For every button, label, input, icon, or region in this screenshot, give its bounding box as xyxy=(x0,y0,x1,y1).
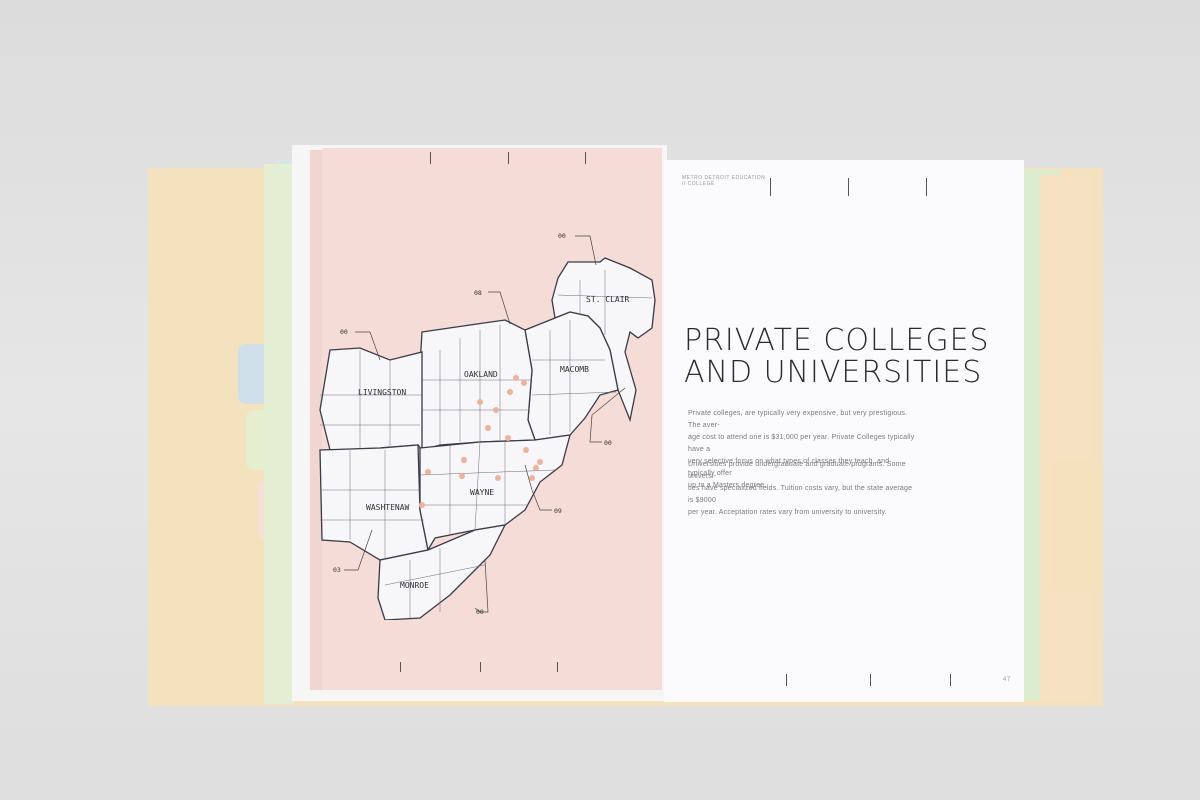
school-dot xyxy=(523,447,529,453)
county-label: ST. CLAIR xyxy=(586,295,630,304)
county-label: LIVINGSTON xyxy=(358,388,406,397)
school-dot xyxy=(521,380,527,386)
school-dot xyxy=(537,459,543,465)
callout-label: 00 xyxy=(558,232,566,240)
tick-mark xyxy=(848,178,849,196)
heading-line-2: AND UNIVERSITIES xyxy=(684,355,983,390)
school-dot xyxy=(425,469,431,475)
county-livingston xyxy=(319,347,423,452)
school-dot xyxy=(507,389,513,395)
tick-mark xyxy=(557,662,558,672)
school-dot xyxy=(533,465,539,471)
county-label: MACOMB xyxy=(560,365,589,374)
tick-mark xyxy=(430,152,431,164)
page-number: 47 xyxy=(1003,677,1011,683)
county-map: 00 08 00 00 09 03 00 ST. CLAIR OAKLAND M… xyxy=(319,232,656,620)
tick-mark xyxy=(480,662,481,672)
folder-left-notch xyxy=(148,270,178,690)
header-line-2: // COLLEGE xyxy=(682,181,715,187)
school-dot xyxy=(513,375,519,381)
paragraph-2-line: ties have specialized fields. Tuition co… xyxy=(688,485,913,504)
school-dot xyxy=(529,475,535,481)
folder-tab-top xyxy=(148,168,208,208)
tick-mark xyxy=(926,178,927,196)
tick-mark xyxy=(508,152,509,164)
folder-right-tab xyxy=(1050,460,1100,590)
paragraph-2: Universities provide undergraduate and g… xyxy=(688,459,918,519)
tick-mark xyxy=(770,178,771,196)
callout-label: 00 xyxy=(340,328,348,336)
callout-label: 09 xyxy=(554,507,562,515)
school-dot xyxy=(459,473,465,479)
school-dot xyxy=(477,399,483,405)
county-label: OAKLAND xyxy=(464,370,498,379)
folder-sheet-green xyxy=(264,164,294,704)
paragraph-1-line: Private colleges, are typically very exp… xyxy=(688,410,908,429)
paragraph-1-line: age cost to attend one is $31,000 per ye… xyxy=(688,434,915,453)
school-dot xyxy=(461,457,467,463)
school-dot xyxy=(485,425,491,431)
county-label: WASHTENAW xyxy=(366,503,410,512)
school-dot xyxy=(493,407,499,413)
school-dot xyxy=(419,502,425,508)
county-label: WAYNE xyxy=(470,488,494,497)
paragraph-2-line: Universities provide undergraduate and g… xyxy=(688,461,906,480)
callout-label: 00 xyxy=(476,608,484,616)
school-dot xyxy=(505,435,511,441)
school-dot xyxy=(495,475,501,481)
folder-right-peach xyxy=(1040,175,1090,700)
callout-label: 08 xyxy=(474,289,482,297)
county-label: MONROE xyxy=(400,581,429,590)
callout-label: 03 xyxy=(333,566,341,574)
paragraph-2-line: per year. Acceptation rates vary from un… xyxy=(688,509,887,516)
tick-mark xyxy=(400,662,401,672)
tick-mark xyxy=(950,674,951,686)
tick-mark xyxy=(786,674,787,686)
county-oakland xyxy=(417,319,536,451)
callout-label: 00 xyxy=(604,439,612,447)
tick-mark xyxy=(585,152,586,164)
tick-mark xyxy=(870,674,871,686)
